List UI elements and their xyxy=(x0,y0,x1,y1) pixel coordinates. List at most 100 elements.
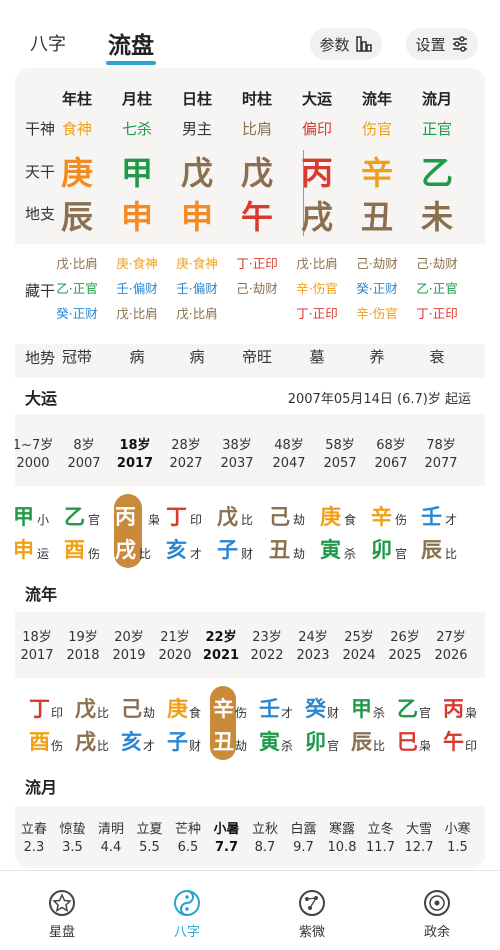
liuyue-date[interactable]: 3.5 xyxy=(51,840,95,855)
dayun-year[interactable]: 2077 xyxy=(416,456,466,471)
nav-ziwei[interactable]: 紫微 xyxy=(272,889,352,940)
liuyue-date[interactable]: 12.7 xyxy=(397,840,441,855)
dayun-gan[interactable]: 丁 xyxy=(166,501,187,531)
liuyue-term[interactable]: 白露 xyxy=(282,818,326,837)
liunian-gan[interactable]: 甲 xyxy=(351,693,372,723)
liunian-age[interactable]: 25岁 xyxy=(334,626,384,645)
liunian-gan[interactable]: 丙 xyxy=(443,693,464,723)
liuyue-term[interactable]: 立冬 xyxy=(359,818,403,837)
dayun-gan[interactable]: 庚 xyxy=(320,501,341,531)
liunian-zhi[interactable]: 戌 xyxy=(75,726,96,756)
settings-button[interactable]: 设置 xyxy=(406,28,478,60)
liunian-age[interactable]: 21岁 xyxy=(150,626,200,645)
dayun-age[interactable]: 28岁 xyxy=(161,434,211,453)
dayun-age[interactable]: 18岁 xyxy=(110,434,160,453)
liunian-zhi[interactable]: 寅 xyxy=(259,726,280,756)
dizhi-char[interactable]: 午 xyxy=(227,192,287,238)
nav-bazi[interactable]: 八字 xyxy=(147,889,227,940)
tiangan-char[interactable]: 戊 xyxy=(167,148,227,194)
dayun-zhi[interactable]: 寅 xyxy=(320,534,341,564)
dizhi-char[interactable]: 申 xyxy=(107,192,167,238)
tab-liupan[interactable]: 流盘 xyxy=(108,26,154,60)
liunian-age[interactable]: 22岁 xyxy=(196,626,246,645)
dayun-zhi[interactable]: 亥 xyxy=(166,534,187,564)
liunian-gan[interactable]: 乙 xyxy=(397,693,418,723)
liunian-year[interactable]: 2018 xyxy=(58,648,108,663)
liunian-zhi[interactable]: 子 xyxy=(167,726,188,756)
liunian-year[interactable]: 2017 xyxy=(15,648,62,663)
dayun-gan[interactable]: 乙 xyxy=(64,501,85,531)
dayun-age[interactable]: 8岁 xyxy=(59,434,109,453)
liunian-age[interactable]: 27岁 xyxy=(426,626,476,645)
dayun-year[interactable]: 2017 xyxy=(110,456,160,471)
dayun-age[interactable]: 58岁 xyxy=(315,434,365,453)
nav-zhengyu[interactable]: 政余 xyxy=(397,889,477,940)
liunian-gan[interactable]: 丁 xyxy=(29,693,50,723)
dayun-age[interactable]: 38岁 xyxy=(212,434,262,453)
dayun-age[interactable]: 1~7岁 xyxy=(15,434,58,453)
liunian-year[interactable]: 2021 xyxy=(196,648,246,663)
dayun-age[interactable]: 68岁 xyxy=(366,434,416,453)
liunian-year[interactable]: 2023 xyxy=(288,648,338,663)
dayun-year[interactable]: 2037 xyxy=(212,456,262,471)
liunian-zhi[interactable]: 酉 xyxy=(29,726,50,756)
liunian-year[interactable]: 2024 xyxy=(334,648,384,663)
liuyue-term[interactable]: 立夏 xyxy=(128,818,172,837)
dayun-zhi[interactable]: 子 xyxy=(217,534,238,564)
liunian-zhi[interactable]: 午 xyxy=(443,726,464,756)
tab-bazi[interactable]: 八字 xyxy=(30,30,66,56)
dayun-gan[interactable]: 壬 xyxy=(421,501,442,531)
nav-xingpan[interactable]: 星盘 xyxy=(22,889,102,940)
liuyue-term[interactable]: 立秋 xyxy=(243,818,287,837)
liunian-gan[interactable]: 癸 xyxy=(305,693,326,723)
liuyue-date[interactable]: 9.7 xyxy=(282,840,326,855)
dizhi-char[interactable]: 申 xyxy=(167,192,227,238)
tiangan-char[interactable]: 甲 xyxy=(107,148,167,194)
dayun-zhi[interactable]: 辰 xyxy=(421,534,442,564)
liunian-age[interactable]: 24岁 xyxy=(288,626,338,645)
tiangan-char[interactable]: 丙 xyxy=(287,148,347,194)
liuyue-term[interactable]: 小寒 xyxy=(436,818,480,837)
liuyue-term[interactable]: 芒种 xyxy=(166,818,210,837)
tiangan-char[interactable]: 乙 xyxy=(407,148,467,194)
liunian-zhi[interactable]: 辰 xyxy=(351,726,372,756)
dizhi-char[interactable]: 辰 xyxy=(47,192,107,238)
dizhi-char[interactable]: 未 xyxy=(407,192,467,238)
dayun-gan[interactable]: 辛 xyxy=(371,501,392,531)
liunian-zhi[interactable]: 卯 xyxy=(305,726,326,756)
liunian-zhi[interactable]: 巳 xyxy=(397,726,418,756)
tiangan-char[interactable]: 戊 xyxy=(227,148,287,194)
liuyue-term[interactable]: 寒露 xyxy=(320,818,364,837)
dayun-zhi[interactable]: 戌 xyxy=(115,534,136,564)
dizhi-char[interactable]: 丑 xyxy=(347,192,407,238)
liuyue-date[interactable]: 7.7 xyxy=(205,840,249,855)
dayun-gan[interactable]: 丙 xyxy=(115,501,136,531)
liuyue-date[interactable]: 11.7 xyxy=(359,840,403,855)
liuyue-date[interactable]: 1.5 xyxy=(436,840,480,855)
liunian-age[interactable]: 20岁 xyxy=(104,626,154,645)
dayun-year[interactable]: 2007 xyxy=(59,456,109,471)
dayun-gan[interactable]: 己 xyxy=(269,501,290,531)
liuyue-term[interactable]: 惊蛰 xyxy=(51,818,95,837)
dayun-zhi[interactable]: 申 xyxy=(15,534,34,564)
liunian-zhi[interactable]: 丑 xyxy=(213,726,234,756)
liuyue-term[interactable]: 大雪 xyxy=(397,818,441,837)
dayun-age[interactable]: 48岁 xyxy=(264,434,314,453)
dayun-zhi[interactable]: 酉 xyxy=(64,534,85,564)
liunian-age[interactable]: 19岁 xyxy=(58,626,108,645)
liuyue-date[interactable]: 4.4 xyxy=(89,840,133,855)
liunian-gan[interactable]: 辛 xyxy=(213,693,234,723)
liunian-year[interactable]: 2026 xyxy=(426,648,476,663)
liuyue-date[interactable]: 6.5 xyxy=(166,840,210,855)
dayun-gan[interactable]: 戊 xyxy=(217,501,238,531)
liunian-gan[interactable]: 壬 xyxy=(259,693,280,723)
liunian-age[interactable]: 18岁 xyxy=(15,626,62,645)
dayun-zhi[interactable]: 丑 xyxy=(269,534,290,564)
tiangan-char[interactable]: 庚 xyxy=(47,148,107,194)
liunian-age[interactable]: 26岁 xyxy=(380,626,430,645)
liunian-age[interactable]: 23岁 xyxy=(242,626,292,645)
liunian-gan[interactable]: 庚 xyxy=(167,693,188,723)
dayun-year[interactable]: 2057 xyxy=(315,456,365,471)
params-button[interactable]: 参数 xyxy=(310,28,382,60)
dayun-year[interactable]: 2067 xyxy=(366,456,416,471)
